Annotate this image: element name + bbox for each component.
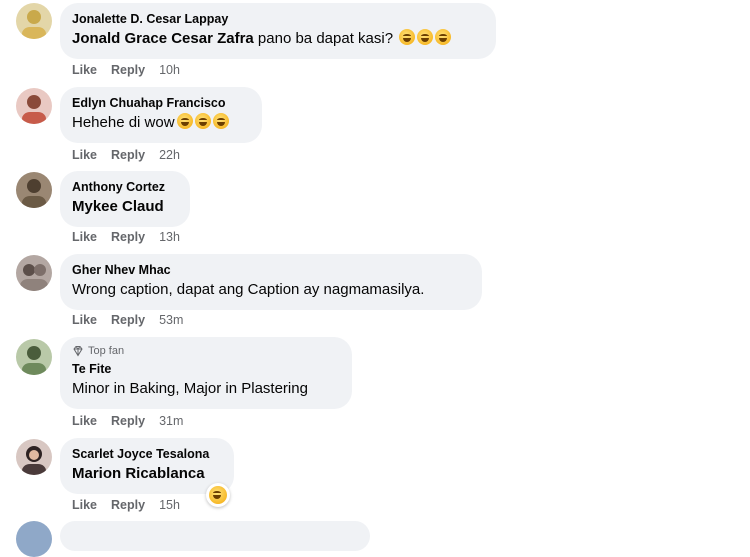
comment-author[interactable]: Edlyn Chuahap Francisco — [72, 95, 250, 111]
avatar[interactable] — [16, 172, 52, 208]
laughing-crying-emoji — [176, 113, 193, 129]
comment-actions: Like Reply 13h — [72, 230, 194, 244]
avatar[interactable] — [16, 255, 52, 291]
comment-timestamp[interactable]: 53m — [159, 313, 183, 327]
like-button[interactable]: Like — [72, 498, 97, 512]
comment-author[interactable]: Jonalette D. Cesar Lappay — [72, 11, 484, 27]
comment-timestamp[interactable]: 13h — [159, 230, 180, 244]
comment-actions: Like Reply 22h — [72, 148, 194, 162]
comment-text: Marion Ricablanca — [72, 464, 222, 484]
comment-text: Hehehe di wow — [72, 113, 250, 133]
comment-bubble: Edlyn Chuahap Francisco Hehehe di wow — [60, 87, 262, 143]
avatar[interactable] — [16, 439, 52, 475]
comment-body: Minor in Baking, Major in Plastering — [72, 380, 308, 397]
next-comment-avatar-partial[interactable] — [16, 521, 52, 557]
like-button[interactable]: Like — [72, 414, 97, 428]
avatar[interactable] — [16, 3, 52, 39]
comment-timestamp[interactable]: 10h — [159, 63, 180, 77]
comment-author[interactable]: Gher Nhev Mhac — [72, 262, 470, 278]
comment-actions: Like Reply 10h — [72, 63, 194, 77]
top-fan-badge: Top fan — [72, 344, 340, 358]
comment-body: Wrong caption, dapat ang Caption ay nagm… — [72, 281, 425, 298]
comment-text: Wrong caption, dapat ang Caption ay nagm… — [72, 280, 470, 300]
comment-text: Jonald Grace Cesar Zafra pano ba dapat k… — [72, 29, 484, 49]
mention-tag[interactable]: Marion Ricablanca — [72, 465, 205, 482]
comment-actions: Like Reply 53m — [72, 313, 197, 327]
comment-body: Hehehe di wow — [72, 114, 175, 131]
like-button[interactable]: Like — [72, 230, 97, 244]
mention-tag[interactable]: Mykee Claud — [72, 198, 164, 215]
avatar[interactable] — [16, 88, 52, 124]
reaction-count[interactable] — [206, 483, 230, 507]
comment-bubble: Gher Nhev Mhac Wrong caption, dapat ang … — [60, 254, 482, 310]
like-button[interactable]: Like — [72, 148, 97, 162]
laughing-crying-emoji — [212, 113, 229, 129]
comment-bubble: Top fan Te Fite Minor in Baking, Major i… — [60, 337, 352, 409]
next-comment-bubble-partial — [60, 521, 370, 551]
diamond-icon — [73, 346, 83, 357]
comment-bubble: Anthony Cortez Mykee Claud — [60, 171, 190, 227]
comment-timestamp[interactable]: 31m — [159, 414, 183, 428]
like-button[interactable]: Like — [72, 63, 97, 77]
reply-button[interactable]: Reply — [111, 414, 145, 428]
reply-button[interactable]: Reply — [111, 230, 145, 244]
comment-timestamp[interactable]: 15h — [159, 498, 180, 512]
comment-text: Minor in Baking, Major in Plastering — [72, 379, 340, 399]
comment-bubble: Scarlet Joyce Tesalona Marion Ricablanca — [60, 438, 234, 494]
badge-label: Top fan — [88, 345, 125, 357]
comment-timestamp[interactable]: 22h — [159, 148, 180, 162]
comment-actions: Like Reply 15h — [72, 498, 194, 512]
reply-button[interactable]: Reply — [111, 148, 145, 162]
comment-text: Mykee Claud — [72, 197, 178, 217]
reply-button[interactable]: Reply — [111, 498, 145, 512]
comment-actions: Like Reply 31m — [72, 414, 197, 428]
laughing-crying-emoji — [194, 113, 211, 129]
avatar[interactable] — [16, 339, 52, 375]
comment-body: pano ba dapat kasi? — [253, 30, 394, 47]
comment-bubble: Jonalette D. Cesar Lappay Jonald Grace C… — [60, 3, 496, 59]
comment-author[interactable]: Scarlet Joyce Tesalona — [72, 446, 222, 462]
comment-author[interactable]: Anthony Cortez — [72, 179, 178, 195]
reply-button[interactable]: Reply — [111, 313, 145, 327]
haha-reaction-emoji — [209, 486, 227, 504]
comment-author[interactable]: Te Fite — [72, 361, 340, 377]
mention-tag[interactable]: Jonald Grace Cesar Zafra — [72, 30, 254, 47]
grinning-emoji — [417, 29, 434, 45]
grinning-emoji — [435, 29, 452, 45]
like-button[interactable]: Like — [72, 313, 97, 327]
laughing-crying-emoji — [399, 29, 416, 45]
reply-button[interactable]: Reply — [111, 63, 145, 77]
